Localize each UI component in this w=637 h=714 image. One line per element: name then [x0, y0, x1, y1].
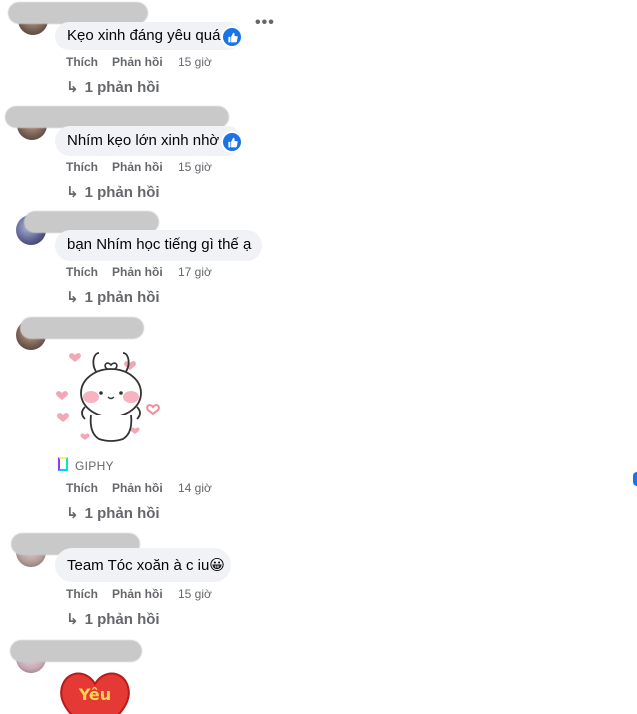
gif-attachment[interactable] [55, 345, 175, 450]
heart-sticker-image[interactable]: Yêu [55, 668, 135, 714]
replies-count: 1 phản hồi [84, 611, 160, 628]
view-replies-link[interactable]: ↳ 1 phản hồi [66, 288, 160, 306]
view-replies-link[interactable]: ↳ 1 phản hồi [66, 183, 160, 201]
reply-arrow-icon: ↳ [66, 184, 79, 201]
replies-count: 1 phản hồi [84, 505, 160, 522]
author-name-redacted[interactable] [10, 640, 142, 662]
reply-link[interactable]: Phản hồi [112, 265, 163, 279]
timestamp[interactable]: 14 giờ [178, 481, 212, 495]
reply-link[interactable]: Phản hồi [112, 55, 163, 69]
sticker-text: Yêu [78, 685, 111, 704]
thumbs-up-icon[interactable] [221, 26, 243, 48]
reply-link[interactable]: Phản hồi [112, 160, 163, 174]
reply-arrow-icon: ↳ [66, 611, 79, 628]
reply-link[interactable]: Phản hồi [112, 481, 163, 495]
timestamp[interactable]: 15 giờ [178, 55, 212, 69]
author-name-redacted[interactable] [20, 317, 144, 339]
view-replies-link[interactable]: ↳ 1 phản hồi [66, 78, 160, 96]
comment-text: Team Tóc xoăn à c iu😀 [67, 557, 225, 574]
like-link[interactable]: Thích [66, 160, 98, 174]
timestamp[interactable]: 15 giờ [178, 160, 212, 174]
heart-sticker-graphic: Yêu [60, 672, 130, 714]
author-name-redacted[interactable] [8, 2, 148, 24]
reply-arrow-icon: ↳ [66, 505, 79, 522]
like-link[interactable]: Thích [66, 481, 98, 495]
giphy-label: GIPHY [75, 459, 114, 473]
like-link[interactable]: Thích [66, 587, 98, 601]
reply-link[interactable]: Phản hồi [112, 587, 163, 601]
like-link[interactable]: Thích [66, 55, 98, 69]
comment-text: bạn Nhím học tiếng gì thế ạ [67, 236, 252, 253]
timestamp[interactable]: 15 giờ [178, 587, 212, 601]
comment-bubble: bạn Nhím học tiếng gì thế ạ [55, 230, 262, 261]
replies-count: 1 phản hồi [84, 184, 160, 201]
giphy-logo-icon [58, 457, 68, 471]
comment-bubble: Kẹo xinh đáng yêu quá [55, 22, 242, 50]
comment-text: Nhím kẹo lớn xinh nhờ [67, 132, 220, 149]
bunny-sticker-image [56, 352, 160, 442]
reply-arrow-icon: ↳ [66, 289, 79, 306]
like-link[interactable]: Thích [66, 265, 98, 279]
view-replies-link[interactable]: ↳ 1 phản hồi [66, 504, 160, 522]
replies-count: 1 phản hồi [84, 79, 160, 96]
reply-arrow-icon: ↳ [66, 79, 79, 96]
thumbs-up-icon[interactable] [221, 131, 243, 153]
more-options-icon[interactable]: ••• [255, 14, 275, 32]
view-replies-link[interactable]: ↳ 1 phản hồi [66, 610, 160, 628]
comment-text: Kẹo xinh đáng yêu quá [67, 27, 221, 44]
replies-count: 1 phản hồi [84, 289, 160, 306]
timestamp[interactable]: 17 giờ [178, 265, 212, 279]
comment-bubble: Nhím kẹo lớn xinh nhờ [55, 126, 242, 156]
comment-bubble: Team Tóc xoăn à c iu😀 [55, 548, 231, 582]
scrollbar-indicator[interactable] [633, 472, 637, 486]
author-name-redacted[interactable] [5, 106, 229, 128]
